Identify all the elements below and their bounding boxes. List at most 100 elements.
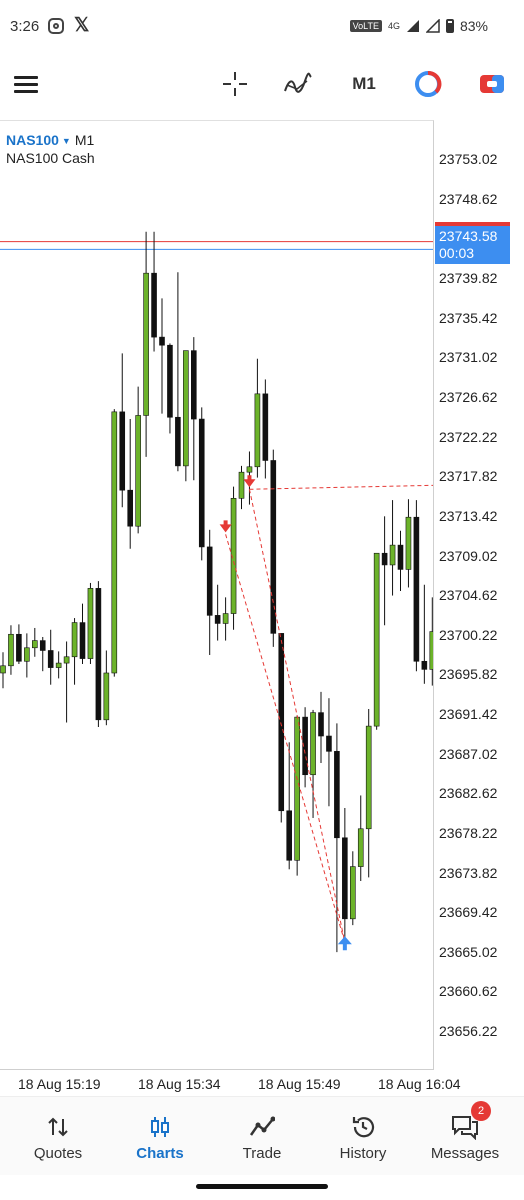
bull-candle <box>71 622 78 658</box>
volte-badge: VoLTE <box>349 20 382 32</box>
price-label: 23726.62 <box>439 389 498 406</box>
candlestick-chart[interactable] <box>0 121 434 1070</box>
bull-candle <box>357 828 364 867</box>
bear-candle <box>421 660 428 670</box>
bear-candle <box>286 810 293 861</box>
bear-candle <box>175 416 181 467</box>
time-axis: 18 Aug 15:19 18 Aug 15:34 18 Aug 15:49 1… <box>0 1070 524 1098</box>
nav-charts[interactable]: Charts <box>108 1097 212 1175</box>
chart-timeframe: M1 <box>74 132 95 148</box>
price-label: 23735.42 <box>439 309 498 326</box>
menu-icon[interactable] <box>10 56 42 112</box>
signal-icon <box>406 20 419 32</box>
bear-candle <box>262 393 269 461</box>
time-label: 18 Aug 16:04 <box>378 1076 461 1092</box>
messages-icon <box>413 1113 517 1141</box>
price-label: 23691.42 <box>439 706 498 723</box>
price-label: 23753.02 <box>439 151 498 168</box>
bear-candle <box>151 272 157 338</box>
bear-candle <box>119 411 126 491</box>
chart-area[interactable] <box>0 120 434 1070</box>
objects-icon[interactable] <box>410 56 446 112</box>
bear-candle <box>334 751 340 839</box>
bear-candle <box>326 735 332 752</box>
battery-level: 83% <box>459 18 488 34</box>
nav-messages[interactable]: 2 Messages <box>413 1097 517 1175</box>
crosshair-icon[interactable] <box>218 56 252 112</box>
timeframe-button[interactable]: M1 <box>344 56 384 112</box>
bear-candle <box>167 344 173 418</box>
bear-candle <box>397 544 404 570</box>
price-label: 23704.62 <box>439 587 498 604</box>
nav-quotes[interactable]: Quotes <box>6 1097 110 1175</box>
signal-icon-2 <box>425 19 440 33</box>
bull-candle <box>310 712 316 776</box>
price-label: 23731.02 <box>439 349 498 366</box>
bull-candle <box>63 656 70 664</box>
bear-candle <box>214 615 221 624</box>
bull-candle <box>389 544 396 566</box>
price-label: 23695.82 <box>439 666 498 683</box>
bottom-navigation: Quotes Charts Trade History 2 Messages <box>0 1096 524 1175</box>
price-label: 23687.02 <box>439 745 498 762</box>
bull-candle <box>183 350 189 467</box>
price-label: 23682.62 <box>439 785 498 802</box>
bull-candle <box>246 466 253 473</box>
bull-candle <box>55 662 62 668</box>
network-type: 4G <box>387 21 400 31</box>
price-label: 23739.82 <box>439 270 498 287</box>
bear-candle <box>191 350 197 420</box>
current-price: 23743.58 <box>439 228 498 244</box>
price-label: 23700.22 <box>439 626 498 643</box>
price-label: 23678.22 <box>439 824 498 841</box>
bull-candle <box>294 716 300 861</box>
bull-candle <box>87 588 94 659</box>
symbol-dropdown-icon[interactable]: ▼ <box>62 136 71 146</box>
bull-candle <box>238 471 245 499</box>
price-label: 23656.22 <box>439 1023 498 1039</box>
price-label: 23713.42 <box>439 507 498 524</box>
bull-candle <box>365 725 372 830</box>
history-icon <box>311 1113 415 1141</box>
status-bar: 3:26 𝕏 VoLTE 4G 83% <box>0 0 524 54</box>
time-label: 18 Aug 15:19 <box>18 1076 101 1092</box>
price-label: 23748.62 <box>439 190 498 207</box>
bear-candle <box>39 640 46 651</box>
instagram-icon <box>48 18 64 34</box>
bear-candle <box>127 489 133 527</box>
sell-marker <box>219 520 232 533</box>
bull-candle <box>8 633 14 667</box>
bull-candle <box>143 272 149 416</box>
buy-marker <box>337 936 352 951</box>
bear-candle <box>270 460 277 634</box>
chart-symbol-line[interactable]: NAS100 ▼ M1 <box>6 132 94 148</box>
trade-icon[interactable] <box>474 56 510 112</box>
bear-candle <box>16 633 22 662</box>
trade-nav-icon <box>210 1113 314 1141</box>
indicators-icon[interactable] <box>280 56 316 112</box>
nav-trade[interactable]: Trade <box>210 1097 314 1175</box>
quotes-icon <box>6 1113 110 1141</box>
bear-candle <box>159 336 165 346</box>
symbol-name[interactable]: NAS100 <box>6 132 59 148</box>
nav-history[interactable]: History <box>311 1097 415 1175</box>
symbol-description: NAS100 Cash <box>6 150 95 166</box>
bear-candle <box>413 516 420 662</box>
bull-candle <box>349 866 356 920</box>
battery-icon <box>445 19 454 33</box>
price-label: 23665.02 <box>439 943 498 960</box>
bull-candle <box>0 665 6 674</box>
bull-candle <box>31 640 38 649</box>
bull-candle <box>24 647 30 662</box>
bear-candle <box>206 546 213 616</box>
price-label: 23717.82 <box>439 468 498 485</box>
bull-candle <box>135 415 141 527</box>
time-label: 18 Aug 15:34 <box>138 1076 221 1092</box>
x-app-icon: 𝕏 <box>74 15 90 36</box>
bull-candle <box>373 552 380 727</box>
home-indicator[interactable] <box>196 1184 328 1189</box>
price-label: 23709.02 <box>439 547 498 564</box>
trade-line <box>249 484 433 490</box>
status-time: 3:26 <box>10 18 40 35</box>
bull-candle <box>103 672 110 721</box>
